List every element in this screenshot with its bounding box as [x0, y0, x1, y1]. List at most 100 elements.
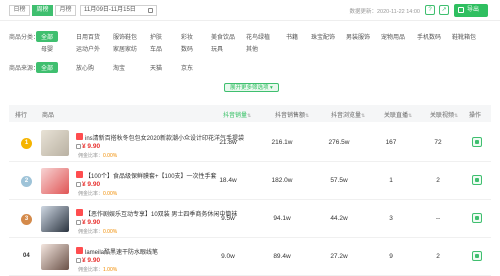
table-row[interactable]: 3 【恶作剧娱乐互动专享】10双装 男士四季商务休闲中筒袜 ¥ 9.90 佣金比… [9, 200, 491, 238]
header-views-label: 抖音浏览量 [331, 113, 362, 119]
source-chip[interactable]: 淘宝 [113, 63, 125, 72]
category-chip[interactable]: 书籍 [286, 32, 298, 41]
sales-value: 9.5w [221, 215, 235, 222]
header-sales-label: 抖音销量 [223, 113, 248, 119]
category-chip[interactable]: 玩具 [211, 44, 223, 53]
tab-weekly[interactable]: 周榜 [32, 5, 53, 16]
header-videos-label: 关联视频 [430, 113, 455, 119]
shop-tag-icon [76, 209, 83, 216]
views-value: 276.5w [328, 139, 350, 146]
category-chip[interactable]: 鞋靴箱包 [452, 32, 476, 41]
header-views[interactable]: 抖音浏览量⇅ [331, 110, 365, 119]
videos-value: 2 [436, 253, 440, 260]
commission-rate: 佣金比率：0.00% [78, 228, 117, 235]
category-chip[interactable]: 珠宝配饰 [311, 32, 335, 41]
source-chip[interactable]: 京东 [181, 63, 193, 72]
category-chip[interactable]: 服饰鞋包 [113, 32, 137, 41]
share-icon[interactable]: ↗ [439, 5, 449, 15]
detail-icon[interactable] [472, 213, 482, 223]
commission-label: 佣金比率： [78, 229, 104, 235]
category-chip[interactable]: 母婴 [41, 44, 53, 53]
export-icon [458, 7, 464, 13]
expand-filters-button[interactable]: 展开更多筛选项 ▾ [224, 83, 279, 92]
videos-value: 2 [436, 177, 440, 184]
date-range-text: 11月09日-11月15日 [84, 7, 136, 13]
shop-tag-icon [76, 133, 83, 140]
category-chip[interactable]: 彩妆 [181, 32, 193, 41]
commission-value: 0.00% [103, 229, 118, 235]
sales-value: 18.4w [219, 177, 237, 184]
price-tag-icon [76, 182, 81, 187]
category-chip[interactable]: 美食饮品 [211, 32, 235, 41]
revenue-value: 182.0w [271, 177, 293, 184]
category-all[interactable]: 全部 [36, 31, 59, 42]
revenue-value: 89.4w [273, 253, 291, 260]
category-chip[interactable]: 其他 [246, 44, 258, 53]
header-revenue-label: 抖音销售额 [275, 113, 306, 119]
views-value: 57.5w [330, 177, 348, 184]
product-thumbnail[interactable] [41, 244, 69, 270]
category-chip[interactable]: 宠物用品 [381, 32, 405, 41]
export-button[interactable]: 导出 [454, 4, 488, 17]
product-price: ¥ 9.90 [82, 143, 101, 150]
tab-daily[interactable]: 日榜 [9, 5, 30, 16]
live-value: 167 [385, 139, 397, 146]
header-action: 操作 [469, 113, 482, 119]
sort-icon: ⇅ [305, 113, 310, 119]
category-chip[interactable]: 车品 [150, 44, 162, 53]
source-chip[interactable]: 放心购 [76, 63, 94, 72]
commission-value: 1.00% [103, 267, 118, 273]
category-chip[interactable]: 运动户外 [76, 44, 100, 53]
commission-rate: 佣金比率：1.00% [78, 266, 117, 273]
commission-value: 0.00% [103, 191, 118, 197]
category-chip[interactable]: 护肤 [150, 32, 162, 41]
tab-monthly[interactable]: 月榜 [55, 5, 76, 16]
top-toolbar: 日榜 周榜 月榜 11月09日-11月15日 数据更新：2020-11-22 1… [0, 0, 500, 21]
table-row[interactable]: 04 lameila酷黑速干防水眼线笔 ¥ 9.90 佣金比率：1.00% 9.… [9, 238, 491, 276]
detail-icon[interactable] [472, 137, 482, 147]
views-value: 27.2w [330, 253, 348, 260]
bronze-medal-icon: 3 [21, 214, 32, 225]
product-price: ¥ 9.90 [82, 181, 101, 188]
header-videos[interactable]: 关联视频⇅ [430, 110, 458, 119]
product-title[interactable]: lameila酷黑速干防水眼线笔 [85, 247, 158, 256]
commission-value: 0.00% [103, 153, 118, 159]
source-all[interactable]: 全部 [36, 62, 59, 73]
export-label: 导出 [467, 7, 480, 13]
help-icon[interactable]: ? [425, 5, 435, 15]
product-title[interactable]: 【100个】食品级保鲜膜套+【100支】一次性手套 [85, 171, 217, 180]
commission-label: 佣金比率： [78, 191, 104, 197]
header-live[interactable]: 关联直播⇅ [384, 110, 412, 119]
update-time: 数据更新：2020-11-22 14:00 [349, 9, 420, 15]
detail-icon[interactable] [472, 251, 482, 261]
header-rank: 排行 [15, 113, 28, 119]
price-tag-icon [76, 258, 81, 263]
header-revenue[interactable]: 抖音销售额⇅ [275, 110, 309, 119]
calendar-icon [148, 8, 153, 13]
header-sales[interactable]: 抖音销量⇅ [223, 110, 251, 119]
category-chip[interactable]: 家居家纺 [113, 44, 137, 53]
category-chip[interactable]: 手机数码 [417, 32, 441, 41]
date-range-picker[interactable]: 11月09日-11月15日 [80, 5, 157, 16]
category-chip[interactable]: 日用百货 [76, 32, 100, 41]
table-row[interactable]: 2 【100个】食品级保鲜膜套+【100支】一次性手套 ¥ 9.90 佣金比率：… [9, 162, 491, 200]
sort-icon: ⇅ [408, 113, 413, 119]
table-row[interactable]: 1 ins清新百搭秋冬包包女2020新款潮小众设计印花洋气手提袋 ¥ 9.90 … [9, 124, 491, 162]
source-chip[interactable]: 天猫 [150, 63, 162, 72]
live-value: 3 [389, 215, 393, 222]
category-chip[interactable]: 男装服饰 [346, 32, 370, 41]
product-price: ¥ 9.90 [82, 257, 101, 264]
table-header: 排行 商品 抖音销量⇅ 抖音销售额⇅ 抖音浏览量⇅ 关联直播⇅ 关联视频⇅ 操作 [9, 105, 491, 122]
product-price: ¥ 9.90 [82, 219, 101, 226]
live-value: 9 [389, 253, 393, 260]
live-value: 1 [389, 177, 393, 184]
source-label: 商品来源： [9, 66, 40, 72]
product-thumbnail[interactable] [41, 206, 69, 232]
revenue-value: 216.1w [271, 139, 293, 146]
category-chip[interactable]: 数码 [181, 44, 193, 53]
product-thumbnail[interactable] [41, 168, 69, 194]
price-tag-icon [76, 220, 81, 225]
category-chip[interactable]: 花鸟绿植 [246, 32, 270, 41]
detail-icon[interactable] [472, 175, 482, 185]
product-thumbnail[interactable] [41, 130, 69, 156]
